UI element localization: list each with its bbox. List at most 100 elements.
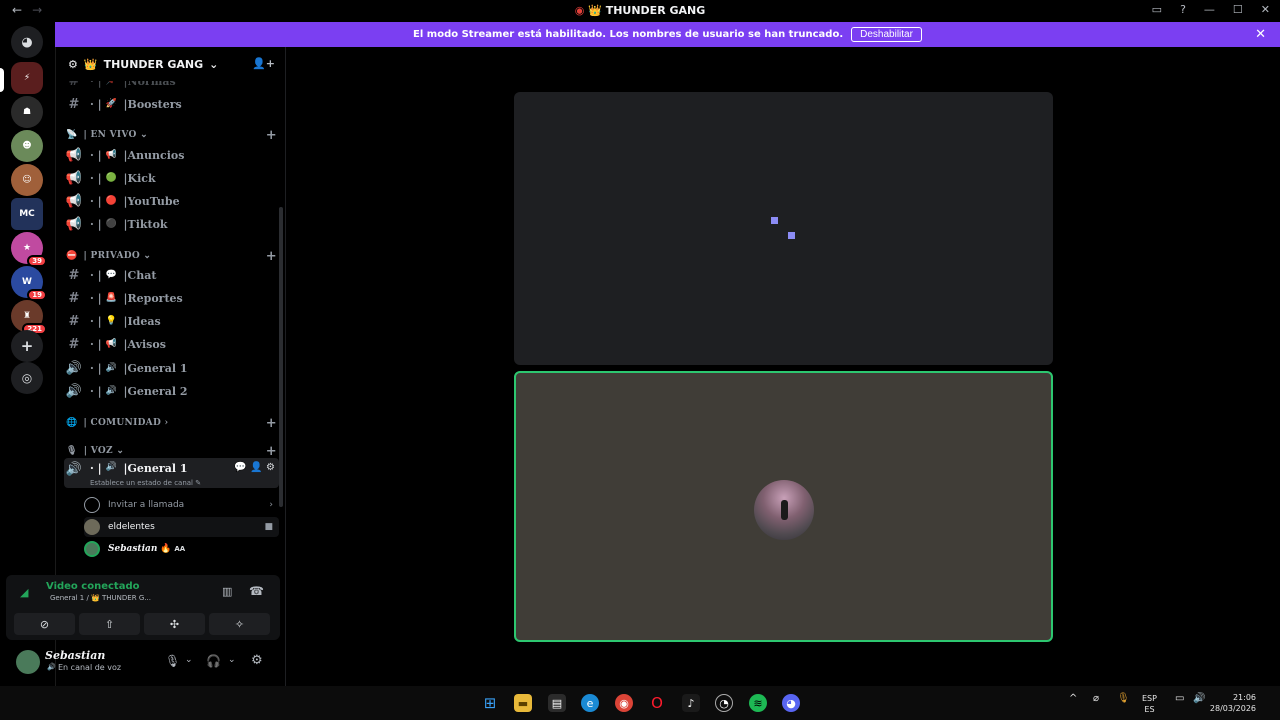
avatar[interactable] xyxy=(16,650,40,674)
create-channel-icon[interactable]: + xyxy=(266,444,277,459)
tiktok-icon[interactable]: ♪ xyxy=(682,694,700,712)
chrome-browser-icon[interactable]: ◉ xyxy=(615,694,633,712)
signal-icon[interactable]: ◢ xyxy=(20,586,28,599)
server-icon[interactable]: ☻ xyxy=(11,130,43,162)
channel-name: Reportes xyxy=(127,291,183,305)
channel-emoji: 🔴 xyxy=(105,196,118,206)
invite-icon[interactable]: 👤 xyxy=(250,462,262,473)
camera-off-button[interactable]: ⊘ xyxy=(14,613,75,635)
video-tile-speaking[interactable] xyxy=(514,371,1053,642)
channel-name: Avisos xyxy=(127,337,166,351)
server-icon[interactable]: W 19 xyxy=(11,266,47,301)
gear-icon[interactable]: ⚙ xyxy=(266,462,275,473)
channel-item[interactable]: 🔊 · | 🔊 | General 2 xyxy=(64,380,279,402)
channel-item[interactable]: # · | 💡 | Ideas xyxy=(64,310,279,332)
soundboard-button[interactable]: ✧ xyxy=(209,613,270,635)
add-server-icon[interactable]: + xyxy=(11,330,43,362)
server-icon[interactable]: ♜ 221 xyxy=(11,300,47,335)
explore-servers-icon[interactable]: ◎ xyxy=(11,362,43,394)
help-icon[interactable]: ? xyxy=(1180,3,1186,16)
user-name[interactable]: Sebastian xyxy=(45,649,105,662)
category-label: | PRIVADO xyxy=(83,251,140,261)
system-clock[interactable]: 21:06 28/03/2026 xyxy=(1210,692,1256,714)
channel-actions: 💬 👤 ⚙ xyxy=(234,462,275,473)
app-icon[interactable]: ▤ xyxy=(548,694,566,712)
category-voz[interactable]: 🎙 | VOZ ⌄ + xyxy=(66,443,277,459)
obs-icon[interactable]: ◔ xyxy=(715,694,733,712)
announcement-icon: 📢 xyxy=(65,193,83,209)
invite-to-call[interactable]: Invitar a llamada › xyxy=(84,495,279,515)
discord-icon[interactable]: ◕ xyxy=(782,694,800,712)
display-icon[interactable]: ▭ xyxy=(1175,693,1184,704)
chevron-down-icon[interactable]: ⌄ xyxy=(185,655,193,665)
noise-suppression-icon[interactable]: ▥ xyxy=(222,585,232,598)
fire-icon: 🔥 xyxy=(160,544,172,554)
channel-item[interactable]: # · | 💬 | Chat xyxy=(64,264,279,286)
channel-item[interactable]: # · | 🚨 | Reportes xyxy=(64,287,279,309)
os-taskbar: ⊞ ▬ ▤ e ◉ O ♪ ◔ ≋ ◕ ^ ⌀ 🎙 ESP ES ▭ 🔊 21:… xyxy=(0,686,1280,720)
channel-item[interactable]: 📢 · | 🔴 | YouTube xyxy=(64,190,279,212)
headphones-icon[interactable]: 🎧 xyxy=(206,654,221,668)
language-indicator[interactable]: ESP ES xyxy=(1142,693,1157,715)
server-icon[interactable]: ☺ xyxy=(11,164,43,196)
category-privado[interactable]: ⛔ | PRIVADO ⌄ + xyxy=(66,248,277,264)
minimize-button[interactable]: — xyxy=(1204,3,1215,16)
server-icon[interactable]: ☗ xyxy=(11,96,43,128)
voice-user-row[interactable]: eldelentes ■ xyxy=(84,517,279,537)
channel-name: General 1 xyxy=(127,462,188,475)
windows-start-icon[interactable]: ⊞ xyxy=(481,694,499,712)
channel-emoji: 🚀 xyxy=(105,99,118,109)
category-comunidad[interactable]: 🌐 | COMUNIDAD › + xyxy=(66,415,277,431)
volume-icon[interactable]: 🔊 xyxy=(1193,693,1205,704)
channel-status[interactable]: Establece un estado de canal ✎ xyxy=(90,479,201,487)
tray-overflow-icon[interactable]: ^ xyxy=(1069,693,1077,704)
inbox-icon[interactable]: ▭ xyxy=(1152,3,1162,16)
invite-people-icon[interactable]: 👤+ xyxy=(252,57,275,70)
chevron-down-icon[interactable]: ⌄ xyxy=(228,655,236,665)
close-icon[interactable]: ✕ xyxy=(1255,27,1266,42)
server-icon[interactable]: ★ 39 xyxy=(11,232,47,267)
channel-item[interactable]: # · | 🚀 | Boosters xyxy=(64,93,279,115)
channel-item[interactable]: 📢 · | 🟢 | Kick xyxy=(64,167,279,189)
window-titlebar: ← → ◉ 👑 THUNDER GANG ▭ ? — ☐ ✕ xyxy=(0,0,1280,22)
sidebar-scrollbar[interactable] xyxy=(279,207,283,507)
close-window-button[interactable]: ✕ xyxy=(1261,3,1270,16)
spotify-icon[interactable]: ≋ xyxy=(749,694,767,712)
window-controls: ▭ ? — ☐ ✕ xyxy=(1152,3,1270,16)
file-explorer-icon[interactable]: ▬ xyxy=(514,694,532,712)
create-channel-icon[interactable]: + xyxy=(266,416,277,431)
category-en-vivo[interactable]: 📡 | EN VIVO ⌄ + xyxy=(66,127,277,143)
screen-share-button[interactable]: ⇧ xyxy=(79,613,140,635)
channel-item[interactable]: 🔊 · | 🔊 | General 1 xyxy=(64,357,279,379)
server-icon[interactable]: MC xyxy=(11,198,43,230)
connection-channel[interactable]: General 1 / 👑 THUNDER G... xyxy=(50,594,151,602)
activities-icon: ✣ xyxy=(169,617,180,631)
channel-item[interactable]: # · | 📢 | Avisos xyxy=(64,333,279,355)
chat-icon[interactable]: 💬 xyxy=(234,462,246,473)
user-status: En canal de voz xyxy=(58,663,122,672)
server-thunder-gang-icon[interactable]: ⚡ xyxy=(11,62,43,94)
create-channel-icon[interactable]: + xyxy=(266,128,277,143)
microphone-icon[interactable]: 🎙 xyxy=(165,654,180,668)
voice-user-row[interactable]: Sebastian 🔥 AA xyxy=(84,539,279,559)
channel-item[interactable]: 📢 · | 📢 | Anuncios xyxy=(64,144,279,166)
unread-badge: 39 xyxy=(27,255,47,267)
video-tile-loading[interactable] xyxy=(514,92,1053,365)
channel-item[interactable]: 📢 · | ⚫ | Tiktok xyxy=(64,213,279,235)
create-channel-icon[interactable]: + xyxy=(266,249,277,264)
channel-name: Boosters xyxy=(127,97,182,111)
connection-status[interactable]: Video conectado xyxy=(46,581,139,592)
server-settings-icon[interactable]: ⚙ xyxy=(68,58,78,71)
maximize-button[interactable]: ☐ xyxy=(1233,3,1243,16)
discord-home-icon[interactable]: ◕ xyxy=(11,26,43,58)
microphone-icon[interactable]: 🎙 xyxy=(1117,693,1130,704)
activities-button[interactable]: ✣ xyxy=(144,613,205,635)
server-header[interactable]: ⚙ 👑 THUNDER GANG ⌄ 👤+ xyxy=(56,47,285,81)
channel-name: Ideas xyxy=(127,314,161,328)
disable-streamer-button[interactable]: Deshabilitar xyxy=(851,27,922,42)
disconnect-icon[interactable]: ☎ xyxy=(249,584,264,598)
network-icon[interactable]: ⌀ xyxy=(1093,693,1099,704)
edge-browser-icon[interactable]: e xyxy=(581,694,599,712)
opera-browser-icon[interactable]: O xyxy=(648,694,666,712)
gear-icon[interactable]: ⚙ xyxy=(251,653,263,668)
